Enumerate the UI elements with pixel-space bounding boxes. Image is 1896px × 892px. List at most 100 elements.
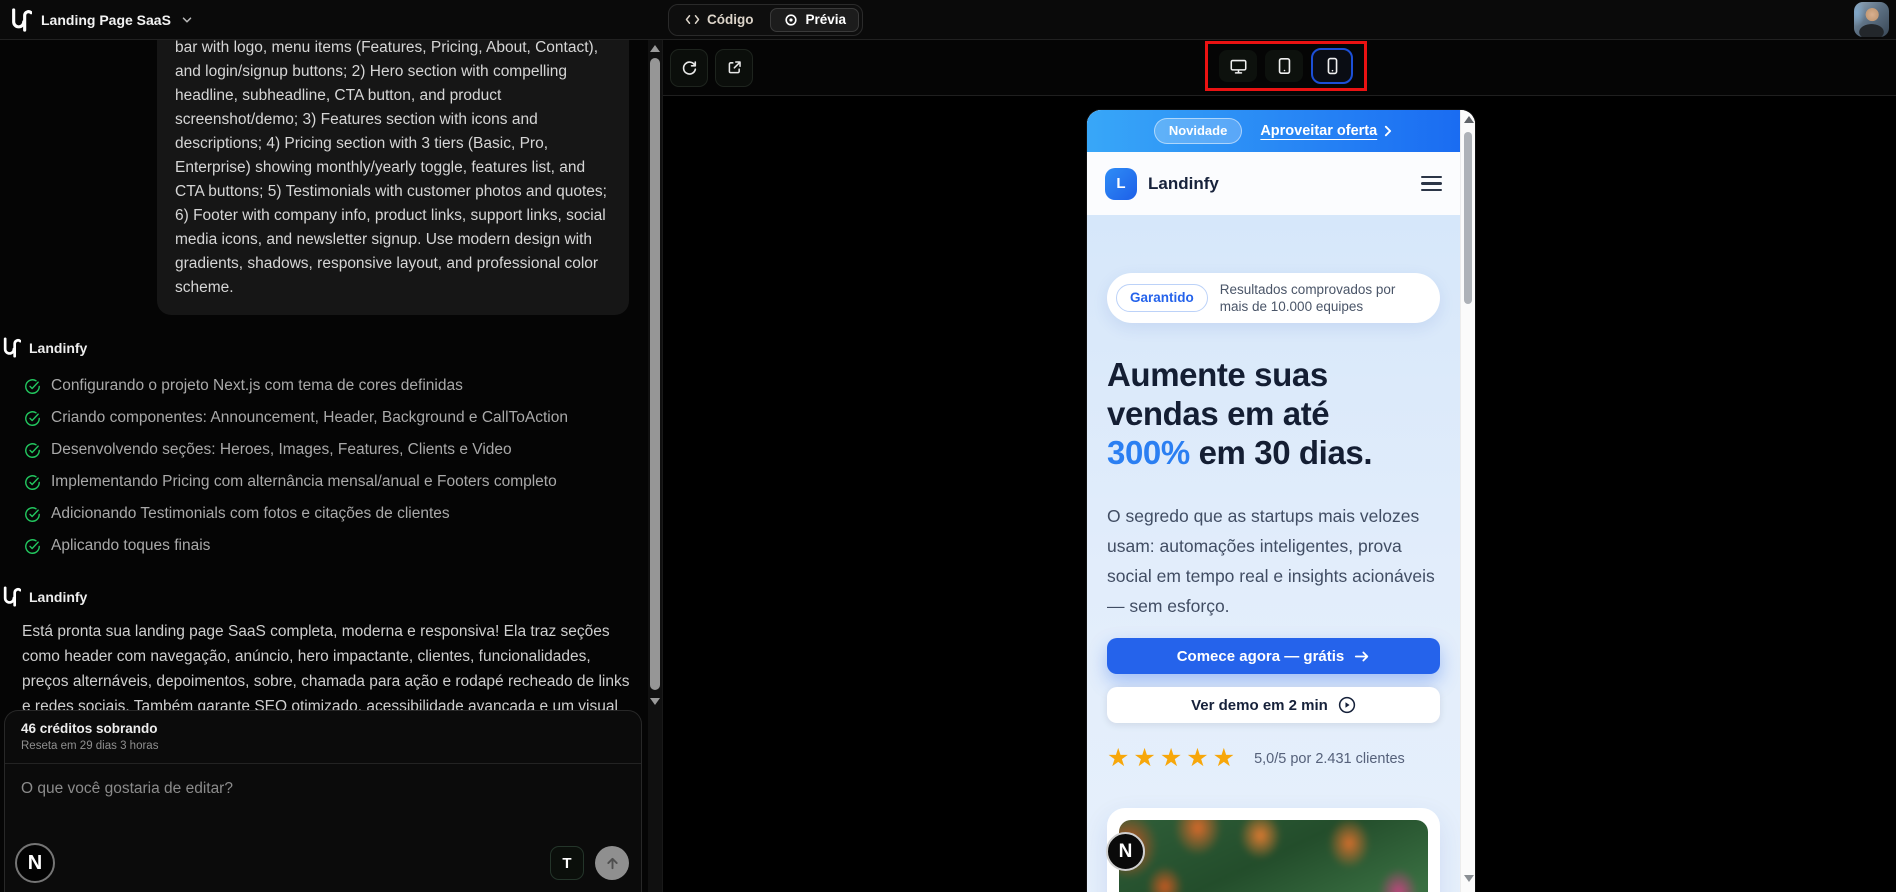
check-circle-icon (25, 474, 40, 490)
announcement-link[interactable]: Aproveitar oferta (1260, 123, 1393, 139)
preview-header: Código Prévia (662, 0, 1896, 39)
preview-site: Novidade Aproveitar oferta L Landinfy Ga… (1087, 110, 1460, 892)
rating-text: 5,0/5 por 2.431 clientes (1254, 750, 1405, 767)
hero-section: Garantido Resultados comprovados por mai… (1087, 215, 1460, 892)
landinfy-logo-icon (3, 337, 21, 358)
task-label: Aplicando toques finais (51, 537, 211, 554)
task-label: Adicionando Testimonials com fotos e cit… (51, 505, 450, 522)
task-item: Aplicando toques finais (24, 530, 648, 562)
task-label: Desenvolvendo seções: Heroes, Images, Fe… (51, 441, 512, 458)
preview-canvas: Novidade Aproveitar oferta L Landinfy Ga… (663, 96, 1896, 892)
site-scrollbar[interactable] (1460, 110, 1475, 892)
hero-media-card (1107, 808, 1440, 892)
chevron-right-icon (1385, 125, 1392, 137)
tab-codigo-label: Código (707, 12, 754, 27)
headline-rest: em 30 dias. (1189, 434, 1373, 471)
assistant-name: Landinfy (29, 588, 88, 605)
scroll-up-arrow-icon[interactable] (1463, 116, 1474, 123)
prompt-input[interactable] (21, 780, 625, 798)
refresh-icon (682, 61, 696, 75)
cta-primary-label: Comece agora — grátis (1176, 647, 1345, 665)
star-rating-icons: ★★★★★ (1107, 744, 1240, 772)
hero-subheadline: O segredo que as startups mais velozes u… (1107, 506, 1435, 616)
scroll-down-arrow-icon[interactable] (1463, 875, 1474, 882)
headline-line2: vendas em até (1107, 395, 1330, 432)
assistant-name: Landinfy (29, 339, 88, 356)
site-logo: L (1105, 167, 1137, 200)
headline-line1: Aumente suas (1107, 356, 1328, 393)
app-window: Landing Page SaaS Código Prévia bar with… (0, 0, 1896, 892)
user-avatar[interactable] (1854, 2, 1889, 37)
mobile-preview-frame: Novidade Aproveitar oferta L Landinfy Ga… (1087, 110, 1475, 892)
credits-reset: Reseta em 29 dias 3 horas (21, 740, 159, 752)
preview-panel: Novidade Aproveitar oferta L Landinfy Ga… (662, 40, 1896, 892)
cta-demo-button[interactable]: Ver demo em 2 min (1107, 687, 1440, 723)
tab-previa[interactable]: Prévia (769, 7, 860, 32)
device-tablet-button[interactable] (1265, 50, 1303, 82)
hero-image-flowers (1119, 820, 1428, 892)
arrow-right-icon (1355, 651, 1369, 661)
check-circle-icon (25, 442, 40, 458)
device-desktop-button[interactable] (1219, 50, 1257, 82)
check-circle-icon (25, 410, 40, 426)
cta-demo-label: Ver demo em 2 min (1191, 696, 1328, 714)
rating-row: ★★★★★ 5,0/5 por 2.431 clientes (1107, 746, 1440, 771)
task-label: Implementando Pricing com alternância me… (51, 473, 557, 490)
tab-previa-label: Prévia (805, 12, 847, 27)
landinfy-logo-icon (12, 7, 32, 32)
task-item: Criando componentes: Announcement, Heade… (24, 402, 648, 434)
scroll-up-arrow-icon[interactable] (650, 45, 660, 52)
task-label: Configurando o projeto Next.js com tema … (51, 377, 463, 394)
nextjs-framework-chip: N (15, 843, 55, 883)
check-circle-icon (25, 506, 40, 522)
chat-scrollbar-thumb[interactable] (650, 58, 660, 690)
task-item: Adicionando Testimonials com fotos e cit… (24, 498, 648, 530)
site-brand: Landinfy (1148, 173, 1219, 193)
composer-actions: N T (15, 843, 629, 883)
external-link-icon (728, 61, 741, 74)
site-scrollbar-thumb[interactable] (1464, 132, 1472, 304)
open-external-button[interactable] (715, 48, 753, 87)
device-mobile-button[interactable] (1311, 48, 1353, 84)
assistant-header: Landinfy (2, 586, 648, 607)
chat-panel: bar with logo, menu items (Features, Pri… (0, 40, 648, 892)
check-circle-icon (25, 378, 40, 394)
annotation-red-box (1205, 41, 1367, 91)
headline-line3: 300% em 30 dias. (1107, 433, 1440, 472)
preview-toolbar (663, 40, 1896, 96)
send-button[interactable] (595, 846, 629, 880)
task-label: Criando componentes: Announcement, Heade… (51, 409, 568, 426)
user-message: bar with logo, menu items (Features, Pri… (157, 40, 629, 315)
hamburger-menu-icon[interactable] (1421, 172, 1442, 195)
refresh-button[interactable] (670, 48, 708, 87)
project-title: Landing Page SaaS (41, 11, 171, 28)
headline-highlight: 300% (1107, 434, 1190, 471)
smartphone-icon (1327, 57, 1337, 75)
prompt-input-zone (5, 764, 641, 798)
site-header: L Landinfy (1087, 152, 1460, 215)
scroll-down-arrow-icon[interactable] (650, 698, 660, 705)
credits-remaining: 46 créditos sobrando (21, 721, 158, 736)
play-circle-icon (1338, 696, 1356, 714)
guarantee-chip: Garantido (1116, 284, 1208, 312)
task-list: Configurando o projeto Next.js com tema … (24, 370, 648, 562)
landinfy-logo-icon (3, 586, 21, 607)
check-circle-icon (25, 538, 40, 554)
composer: 46 créditos sobrando Reseta em 29 dias 3… (4, 710, 642, 892)
proof-text: Resultados comprovados por mais de 10.00… (1219, 282, 1396, 314)
text-mode-button[interactable]: T (550, 846, 584, 880)
nextjs-dev-badge[interactable]: N (1106, 832, 1145, 871)
assistant-summary: Está pronta sua landing page SaaS comple… (22, 623, 630, 710)
task-item: Desenvolvendo seções: Heroes, Images, Fe… (24, 434, 648, 466)
assistant-header: Landinfy (2, 337, 648, 358)
chat-scrollbar[interactable] (648, 40, 662, 892)
topbar: Landing Page SaaS Código Prévia (0, 0, 1896, 40)
main-split: bar with logo, menu items (Features, Pri… (0, 40, 1896, 892)
announcement-badge: Novidade (1153, 118, 1243, 144)
social-proof-pill: Garantido Resultados comprovados por mai… (1107, 273, 1440, 323)
arrow-up-icon (606, 857, 618, 869)
tab-codigo[interactable]: Código (672, 8, 767, 32)
cta-primary-button[interactable]: Comece agora — grátis (1107, 638, 1440, 674)
monitor-icon (1230, 59, 1246, 74)
project-switcher[interactable]: Landing Page SaaS (0, 7, 662, 32)
